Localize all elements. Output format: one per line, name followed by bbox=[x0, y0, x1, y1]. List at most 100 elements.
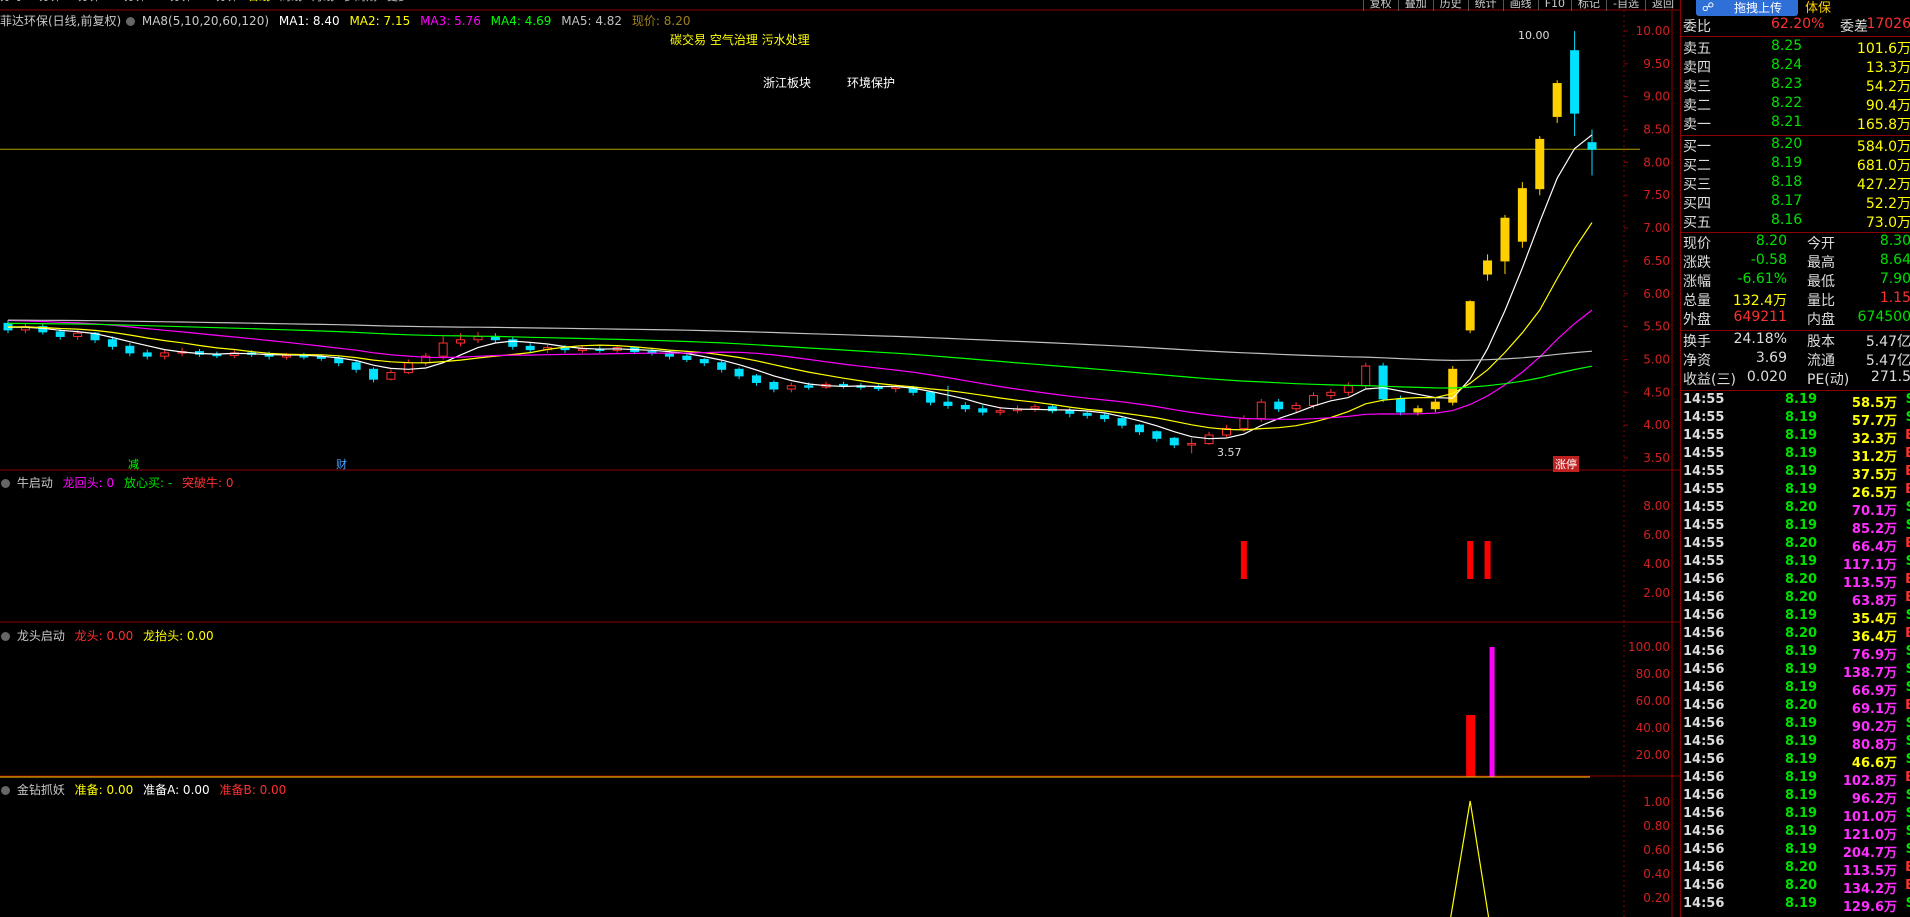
toolbar-button[interactable]: 复权 bbox=[1362, 0, 1398, 11]
trade-price: 8.20 bbox=[1785, 536, 1818, 551]
settings-dot-icon[interactable] bbox=[126, 17, 136, 26]
trade-row: 14:55 8.20 66.4万 B bbox=[1681, 536, 1910, 555]
trade-volume: 66.9万 bbox=[1851, 684, 1897, 699]
trade-time: 14:55 bbox=[1683, 482, 1725, 497]
stat2-value: 24.18% bbox=[1733, 331, 1787, 347]
candle-body bbox=[1361, 365, 1371, 387]
candle-body bbox=[1030, 406, 1040, 410]
trade-time: 14:56 bbox=[1683, 734, 1725, 749]
indicator2-dot-icon[interactable] bbox=[1, 632, 10, 641]
concept-tags[interactable]: 碳交易 空气治理 污水处理 bbox=[670, 31, 810, 48]
trade-side: B bbox=[1905, 860, 1910, 875]
trade-time: 14:56 bbox=[1683, 806, 1725, 821]
period-tab[interactable]: 日线 bbox=[248, 0, 270, 3]
ind3-a: 准备: 0.00 bbox=[74, 783, 134, 797]
toolbar-button[interactable]: F10 bbox=[1537, 0, 1571, 10]
trade-price: 8.19 bbox=[1785, 554, 1818, 569]
ind3-axis-label: 0.80 bbox=[1643, 819, 1670, 833]
trade-row: 14:56 8.19 121.0万 S bbox=[1681, 824, 1910, 843]
candle-body bbox=[456, 339, 466, 344]
chart-area[interactable]: 10.00 9.50 9.00 8.50 8.00 7.50 7.00 6.50 6.00 5.5… bbox=[0, 0, 1680, 917]
period-tab[interactable]: 更多> bbox=[387, 0, 418, 3]
stat-value: 649211 bbox=[1733, 309, 1787, 325]
trade-side: S bbox=[1906, 734, 1910, 749]
indicator1-dot-icon[interactable] bbox=[1, 479, 10, 488]
period-tab[interactable]: 60分钟 bbox=[202, 0, 238, 3]
period-tab[interactable]: 1分钟 bbox=[32, 0, 61, 3]
toolbar-button[interactable]: 历史 bbox=[1432, 0, 1468, 11]
weicha-label: 委差 bbox=[1840, 19, 1868, 35]
candle-body bbox=[1517, 188, 1527, 242]
ask-row: 卖二 8.22 90.4万 bbox=[1681, 95, 1910, 114]
candle-body bbox=[1378, 365, 1388, 400]
trade-row: 14:56 8.19 102.8万 B bbox=[1681, 770, 1910, 789]
ind1-signal-bar bbox=[1467, 541, 1474, 579]
trade-time: 14:56 bbox=[1683, 896, 1725, 911]
bid-label: 买二 bbox=[1683, 158, 1711, 174]
top-buttons: 复权 叠加 历史 统计 画线 F10 标记 -自选 返回 bbox=[1362, 0, 1680, 11]
trade-time: 14:56 bbox=[1683, 662, 1725, 677]
ask-price: 8.21 bbox=[1771, 114, 1803, 130]
ind2-bar-magenta bbox=[1489, 647, 1495, 777]
trade-side: S bbox=[1906, 518, 1910, 533]
trade-row: 14:56 8.19 129.6万 S bbox=[1681, 896, 1910, 915]
trade-row: 14:56 8.20 113.5万 B bbox=[1681, 860, 1910, 879]
trade-row: 14:55 8.19 117.1万 S bbox=[1681, 554, 1910, 573]
period-tab[interactable]: 多周期 bbox=[344, 0, 377, 3]
candle-body bbox=[717, 362, 727, 370]
ask-row: 卖四 8.24 13.3万 bbox=[1681, 57, 1910, 76]
candle-body bbox=[995, 410, 1005, 413]
period-tab[interactable]: 15分钟 bbox=[110, 0, 146, 3]
trade-time: 14:56 bbox=[1683, 608, 1725, 623]
drag-upload-button[interactable]: ☍ 拖拽上传 bbox=[1696, 0, 1798, 16]
period-tab[interactable]: 30分钟 bbox=[156, 0, 192, 3]
period-tab[interactable]: 5分钟 bbox=[71, 0, 100, 3]
finance-tag[interactable]: 财 bbox=[336, 456, 347, 472]
ind2-axis-label: 60.00 bbox=[1636, 694, 1670, 708]
toolbar-button[interactable]: 标记 bbox=[1571, 0, 1606, 11]
trade-side: B bbox=[1905, 698, 1910, 713]
trade-time: 14:56 bbox=[1683, 698, 1725, 713]
region-tag[interactable]: 浙江板块 bbox=[763, 74, 811, 91]
trade-side: S bbox=[1906, 842, 1910, 857]
ask-row: 卖一 8.21 165.8万 bbox=[1681, 114, 1910, 133]
toolbar-button[interactable]: 统计 bbox=[1467, 0, 1503, 11]
trade-time: 14:56 bbox=[1683, 788, 1725, 803]
candle-body bbox=[1500, 217, 1510, 262]
trade-time: 14:56 bbox=[1683, 716, 1725, 731]
limit-up-tag[interactable]: 涨停 bbox=[1553, 456, 1579, 472]
chart-canvas[interactable]: 10.00 9.50 9.00 8.50 8.00 7.50 7.00 6.50 6.00 5.5… bbox=[0, 0, 1680, 917]
trade-volume: 80.8万 bbox=[1851, 738, 1897, 753]
price-axis-label: 7.50 bbox=[1643, 188, 1670, 202]
candle-body bbox=[1430, 401, 1440, 410]
ma5-line bbox=[7, 319, 1593, 362]
trade-side: S bbox=[1906, 662, 1910, 677]
ind1-c: 突破牛: 0 bbox=[182, 476, 234, 490]
candle-body bbox=[438, 342, 448, 357]
reduce-tag[interactable]: 减 bbox=[128, 456, 139, 472]
trade-side: S bbox=[1906, 500, 1910, 515]
toolbar-button[interactable]: -自选 bbox=[1606, 0, 1645, 11]
ask-volume: 13.3万 bbox=[1865, 60, 1910, 76]
ma3-line bbox=[7, 309, 1593, 420]
trade-row: 14:56 8.19 35.4万 S bbox=[1681, 608, 1910, 627]
toolbar-button[interactable]: 叠加 bbox=[1397, 0, 1433, 11]
trade-side: S bbox=[1906, 788, 1910, 803]
stat-label: 现价 bbox=[1683, 236, 1711, 252]
period-tab[interactable]: 月线 bbox=[312, 0, 334, 3]
period-tab[interactable]: 周线 bbox=[280, 0, 302, 3]
indicator3-dot-icon[interactable] bbox=[1, 786, 10, 795]
ask-volume: 101.6万 bbox=[1856, 41, 1910, 57]
stat-label: 外盘 bbox=[1683, 312, 1711, 328]
trade-side: S bbox=[1906, 554, 1910, 569]
candle-body bbox=[873, 386, 883, 390]
toolbar-button[interactable]: 返回 bbox=[1645, 0, 1680, 11]
toolbar-button[interactable]: 画线 bbox=[1502, 0, 1538, 11]
stat-value: 8.30 bbox=[1879, 233, 1910, 249]
trade-row: 14:55 8.19 57.7万 S bbox=[1681, 410, 1910, 429]
stat-value: 8.64 bbox=[1879, 252, 1910, 268]
ind3-name: 金钻抓妖 bbox=[16, 783, 65, 797]
panel-sep bbox=[1681, 36, 1910, 37]
period-tab[interactable]: 分时 bbox=[0, 0, 22, 3]
industry-tag[interactable]: 环境保护 bbox=[847, 74, 895, 91]
